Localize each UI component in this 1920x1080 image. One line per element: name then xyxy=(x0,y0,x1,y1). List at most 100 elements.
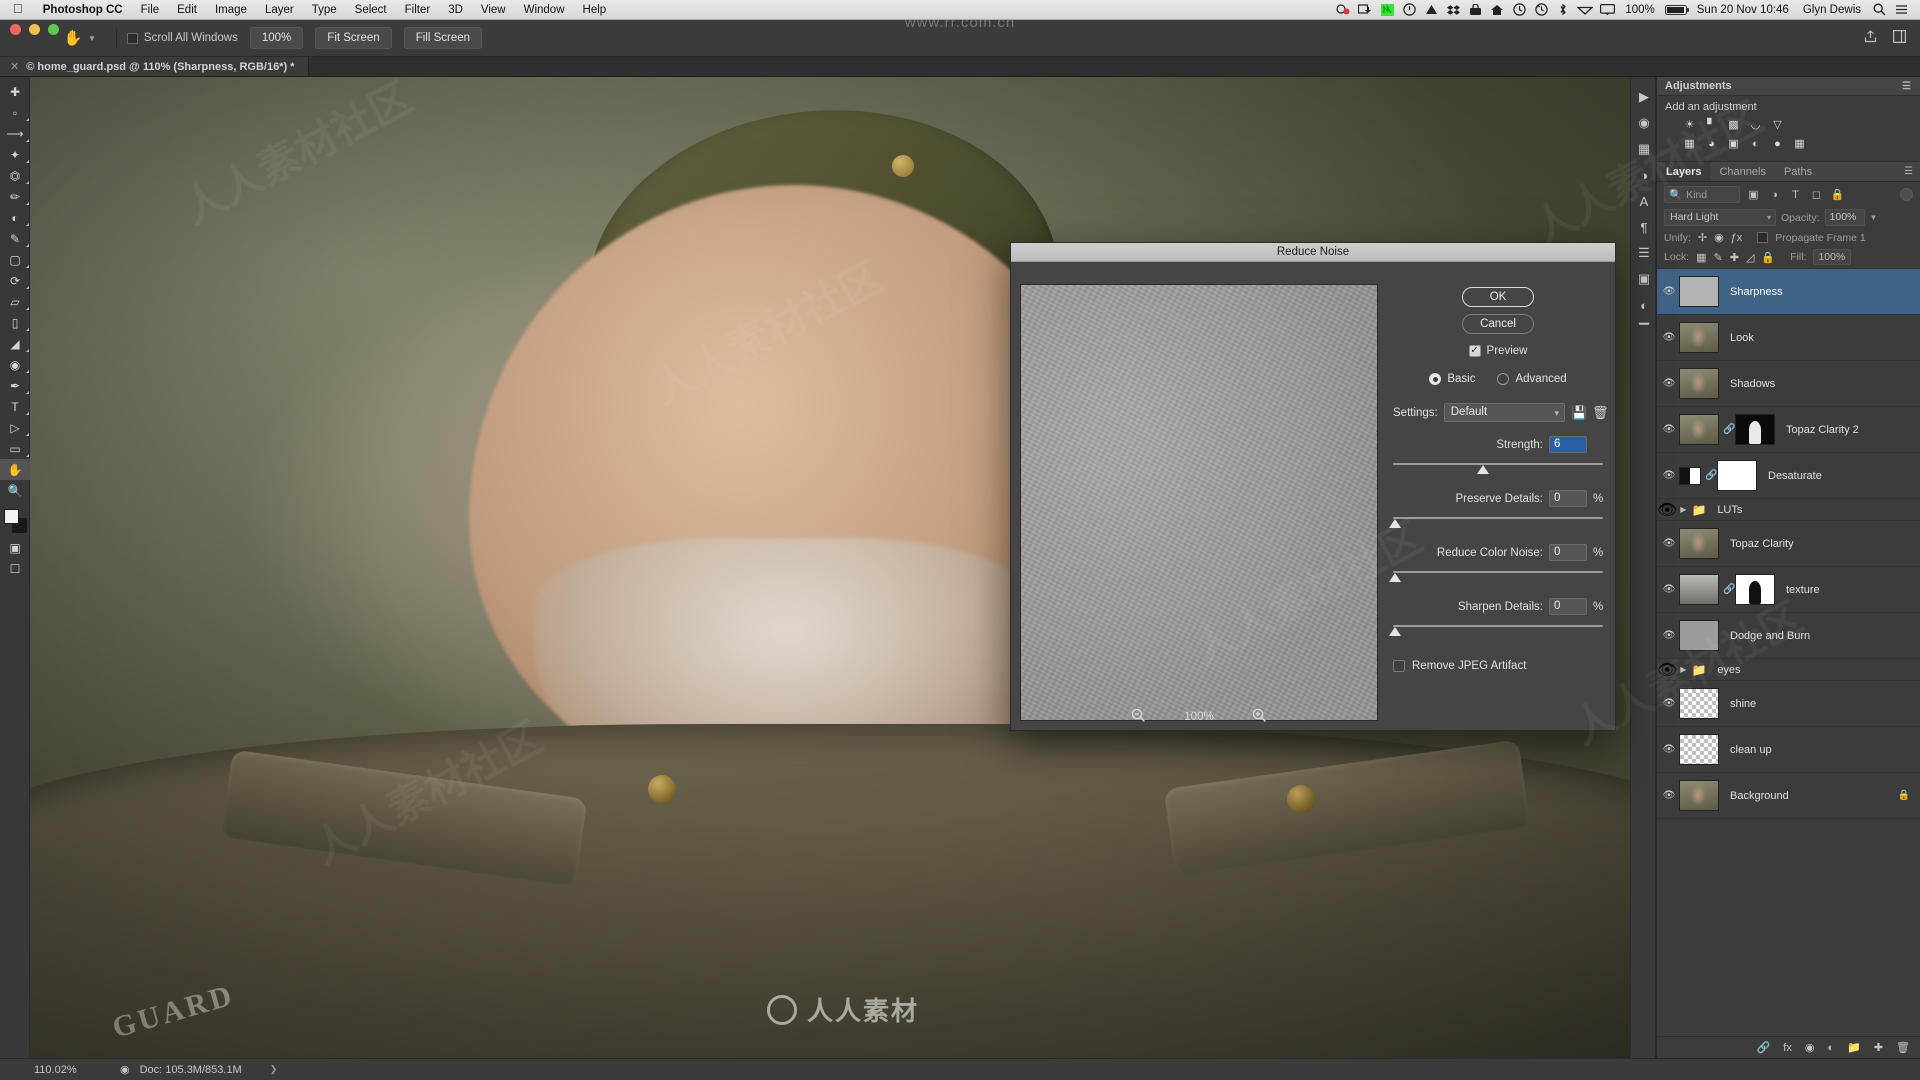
new-group-icon[interactable]: 📁 xyxy=(1847,1041,1861,1054)
layer-style-icon[interactable]: fx xyxy=(1783,1042,1792,1054)
green-app-icon[interactable] xyxy=(1376,1,1398,19)
slider-thumb[interactable] xyxy=(1388,573,1401,582)
quick-select-tool-icon[interactable]: ✦ xyxy=(0,144,30,165)
panel-menu-icon[interactable]: ☰ xyxy=(1904,162,1920,181)
layer-visibility-icon[interactable]: 👁 xyxy=(1657,500,1677,520)
layer-thumbnail[interactable] xyxy=(1679,528,1719,559)
sharpen-details-slider[interactable] xyxy=(1388,622,1603,638)
move-tool-icon[interactable]: ✚ xyxy=(0,81,30,102)
screenshot-icon[interactable] xyxy=(1354,1,1376,19)
path-select-tool-icon[interactable]: ▷ xyxy=(0,417,30,438)
layer-thumbnail[interactable] xyxy=(1679,620,1719,651)
opacity-input[interactable]: 100% xyxy=(1824,209,1865,226)
layer-mask-link-icon[interactable]: 🔗 xyxy=(1705,470,1717,481)
time-machine-icon[interactable] xyxy=(1508,1,1530,19)
settings-select[interactable]: Default xyxy=(1443,403,1565,422)
clock-label[interactable]: Sun 20 Nov 10:46 xyxy=(1690,4,1796,16)
clone-stamp-tool-icon[interactable]: ▢ xyxy=(0,249,30,270)
layer-visibility-icon[interactable]: 👁 xyxy=(1659,698,1679,709)
screen-record-icon[interactable] xyxy=(1332,1,1354,19)
layer-visibility-icon[interactable]: 👁 xyxy=(1659,286,1679,297)
table-row[interactable]: 👁 Look xyxy=(1657,315,1920,361)
layer-visibility-icon[interactable]: 👁 xyxy=(1659,584,1679,595)
layer-thumbnail[interactable] xyxy=(1679,574,1719,605)
channel-mixer-icon[interactable]: ● xyxy=(1769,136,1786,151)
layer-name[interactable]: Shadows xyxy=(1723,378,1920,390)
marquee-tool-icon[interactable]: ▫ xyxy=(0,102,30,123)
color-balance-icon[interactable]: ◕ xyxy=(1703,136,1720,151)
eyedropper-tool-icon[interactable]: ✏ xyxy=(0,186,30,207)
layer-name[interactable]: Dodge and Burn xyxy=(1723,630,1920,642)
menu-item-filter[interactable]: Filter xyxy=(396,4,440,16)
color-lookup-icon[interactable]: ▦ xyxy=(1791,136,1808,151)
chevron-right-icon[interactable]: ▶ xyxy=(1677,665,1689,674)
share-icon[interactable] xyxy=(1864,30,1877,46)
layer-visibility-icon[interactable]: 👁 xyxy=(1659,744,1679,755)
layer-group-name[interactable]: LUTs xyxy=(1709,504,1742,516)
layer-name[interactable]: Topaz Clarity 2 xyxy=(1779,424,1920,436)
scroll-all-windows-checkbox[interactable]: Scroll All Windows xyxy=(126,32,238,44)
lock-artboard-icon[interactable]: ◿ xyxy=(1746,251,1754,264)
layer-thumbnail[interactable] xyxy=(1679,466,1701,485)
preserve-details-input[interactable]: 0 xyxy=(1549,490,1587,507)
tab-paths[interactable]: Paths xyxy=(1775,162,1821,181)
layer-thumbnail[interactable] xyxy=(1679,780,1719,811)
table-row[interactable]: 👁 Background 🔒 xyxy=(1657,773,1920,819)
paragraph-panel-icon[interactable]: ¶ xyxy=(1631,214,1657,240)
table-row[interactable]: 👁 shine xyxy=(1657,681,1920,727)
type-tool-icon[interactable]: T xyxy=(0,396,30,417)
battery-icon[interactable] xyxy=(1664,4,1690,15)
zoom-tool-icon[interactable]: 🔍 xyxy=(0,480,30,501)
slider-thumb[interactable] xyxy=(1388,519,1401,528)
maximize-window-button[interactable] xyxy=(48,24,59,35)
menu-item-photoshop[interactable]: Photoshop CC xyxy=(34,4,132,16)
layer-name[interactable]: Topaz Clarity xyxy=(1723,538,1920,550)
chevron-right-icon[interactable]: ▶ xyxy=(1677,505,1689,514)
menu-item-layer[interactable]: Layer xyxy=(256,4,303,16)
pen-tool-icon[interactable]: ✒ xyxy=(0,375,30,396)
google-drive-icon[interactable] xyxy=(1420,1,1442,19)
dropbox-icon[interactable] xyxy=(1442,1,1464,19)
zoom-in-icon[interactable] xyxy=(1252,708,1267,726)
zoom-100-button[interactable]: 100% xyxy=(249,27,304,49)
dodge-tool-icon[interactable]: ◉ xyxy=(0,354,30,375)
layer-name[interactable]: Sharpness xyxy=(1723,286,1920,298)
smart-object-filter-icon[interactable]: 🔒 xyxy=(1830,188,1845,201)
layer-visibility-icon[interactable]: 👁 xyxy=(1657,660,1677,680)
slider-thumb[interactable] xyxy=(1477,465,1489,474)
airplay-icon[interactable] xyxy=(1596,1,1618,19)
hand-tool-icon[interactable]: ✋ xyxy=(0,459,30,480)
tab-channels[interactable]: Channels xyxy=(1710,162,1774,181)
panel-menu-icon[interactable]: ☰ xyxy=(1902,81,1912,92)
tab-layers[interactable]: Layers xyxy=(1657,162,1711,181)
exposure-icon[interactable]: ◡ xyxy=(1747,117,1764,132)
black-white-icon[interactable]: ▣ xyxy=(1725,136,1742,151)
lock-position-icon[interactable]: ✚ xyxy=(1730,251,1739,264)
shape-tool-icon[interactable]: ▭ xyxy=(0,438,30,459)
screen-mode-icon[interactable]: ☐ xyxy=(0,558,30,579)
table-row[interactable]: 👁 clean up xyxy=(1657,727,1920,773)
workspace-icon[interactable] xyxy=(1893,30,1907,46)
histogram-panel-icon[interactable]: ▔ xyxy=(1631,318,1657,344)
advanced-radio[interactable]: Advanced xyxy=(1497,373,1567,385)
table-row[interactable]: 👁 Topaz Clarity xyxy=(1657,521,1920,567)
layer-thumbnail[interactable] xyxy=(1679,322,1719,353)
layer-mask-thumbnail[interactable] xyxy=(1717,460,1757,491)
list-item[interactable]: 👁 ▶ 📁 LUTs xyxy=(1657,499,1920,521)
properties-panel-icon[interactable]: ☰ xyxy=(1631,240,1657,266)
blur-tool-icon[interactable]: ◢ xyxy=(0,333,30,354)
channels-panel-icon[interactable]: ◐ xyxy=(1631,292,1657,318)
color-panel-icon[interactable]: ◉ xyxy=(1631,110,1657,136)
table-row[interactable]: 👁 🔗 texture xyxy=(1657,567,1920,613)
preserve-details-slider[interactable] xyxy=(1388,514,1603,530)
new-layer-icon[interactable]: ✚ xyxy=(1874,1041,1883,1054)
blend-mode-select[interactable]: Hard Light xyxy=(1664,209,1776,226)
layer-group-name[interactable]: eyes xyxy=(1709,664,1740,676)
delete-preset-icon[interactable]: 🗑 xyxy=(1592,405,1609,421)
unify-style-icon[interactable]: ƒx xyxy=(1731,232,1743,244)
search-icon[interactable] xyxy=(1868,1,1890,19)
sharpen-details-input[interactable]: 0 xyxy=(1549,598,1587,615)
history-brush-tool-icon[interactable]: ⟳ xyxy=(0,270,30,291)
tool-preset-chevron-icon[interactable]: ▼ xyxy=(86,34,106,43)
user-label[interactable]: Glyn Dewis xyxy=(1796,4,1868,16)
